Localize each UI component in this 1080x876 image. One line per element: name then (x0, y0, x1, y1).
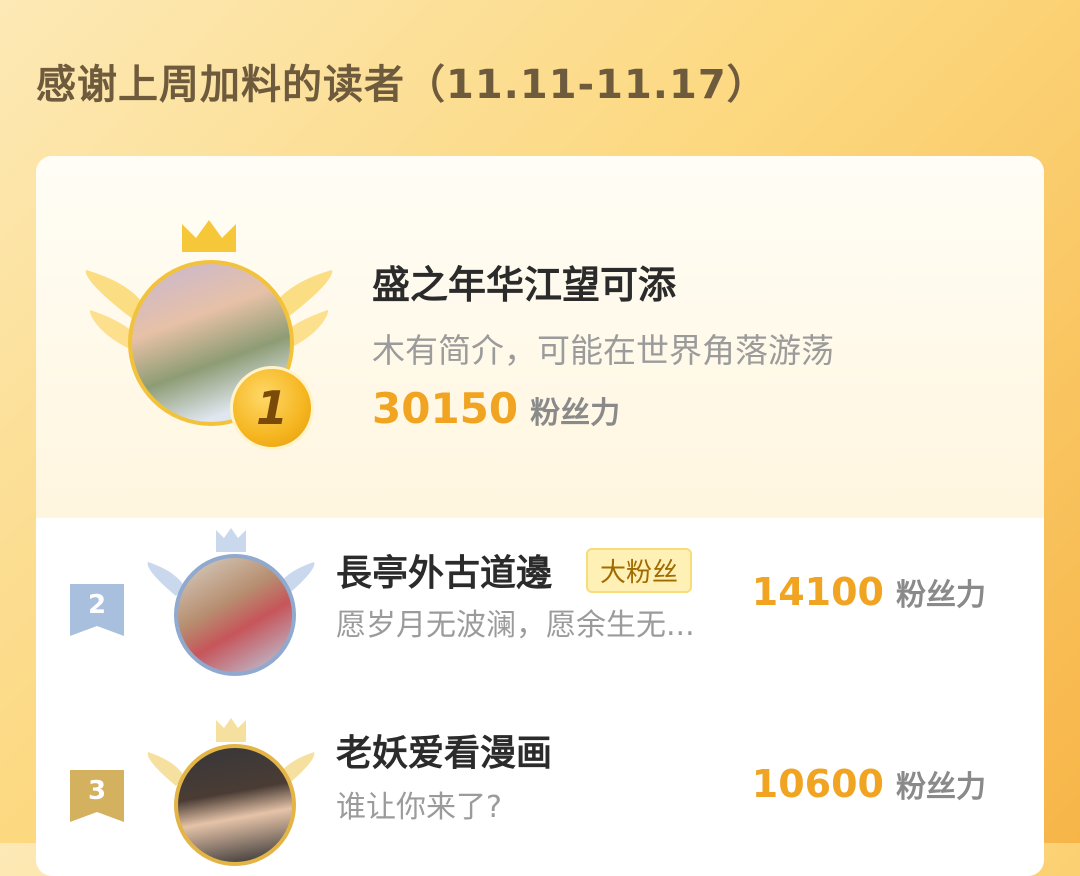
crown-icon (216, 718, 246, 742)
score-value: 14100 (751, 570, 884, 614)
crown-icon (216, 528, 246, 552)
score-unit: 粉丝力 (896, 770, 986, 805)
reader-2-bio: 愿岁月无波澜，愿余生无... (336, 608, 695, 643)
reader-2-score: 14100 粉丝力 (752, 570, 986, 614)
score-unit: 粉丝力 (896, 578, 986, 613)
reader-3-name[interactable]: 老妖爱看漫画 (336, 724, 552, 776)
score-value: 30150 (372, 384, 519, 433)
fan-level-badge: 大粉丝 (586, 548, 693, 593)
top-reader-name[interactable]: 盛之年华江望可添 (372, 254, 676, 309)
reader-2-avatar-group (146, 526, 316, 696)
ranking-card: 1 盛之年华江望可添 木有简介，可能在世界角落游荡 30150 粉丝力 2 長亭… (36, 156, 1044, 876)
crown-icon (182, 220, 236, 252)
rank-3-ribbon: 3 (70, 770, 124, 822)
reader-3-score: 10600 粉丝力 (752, 762, 986, 806)
reader-row-2[interactable]: 2 長亭外古道邊 大粉丝 愿岁月无波澜，愿余生无... 14100 粉丝力 (36, 528, 1044, 708)
reader-3-avatar-group (146, 716, 316, 876)
reader-2-name[interactable]: 長亭外古道邊 (336, 544, 552, 596)
score-value: 10600 (751, 762, 884, 806)
page-title: 感谢上周加料的读者（11.11-11.17） (36, 62, 768, 108)
rank-1-badge: 1 (230, 366, 314, 450)
reader-row-3[interactable]: 3 老妖爱看漫画 谁让你来了? 10600 粉丝力 (36, 718, 1044, 876)
top-avatar-group: 1 (84, 220, 334, 460)
score-unit: 粉丝力 (530, 396, 621, 431)
top-reader-bio: 木有简介，可能在世界角落游荡 (372, 331, 834, 370)
reader-3-avatar[interactable] (174, 744, 296, 866)
rank-2-ribbon: 2 (70, 584, 124, 636)
reader-2-avatar[interactable] (174, 554, 296, 676)
top-reader-section[interactable]: 1 盛之年华江望可添 木有简介，可能在世界角落游荡 30150 粉丝力 (36, 156, 1044, 518)
top-reader-score: 30150 粉丝力 (372, 384, 620, 433)
reader-3-bio: 谁让你来了? (336, 790, 502, 825)
